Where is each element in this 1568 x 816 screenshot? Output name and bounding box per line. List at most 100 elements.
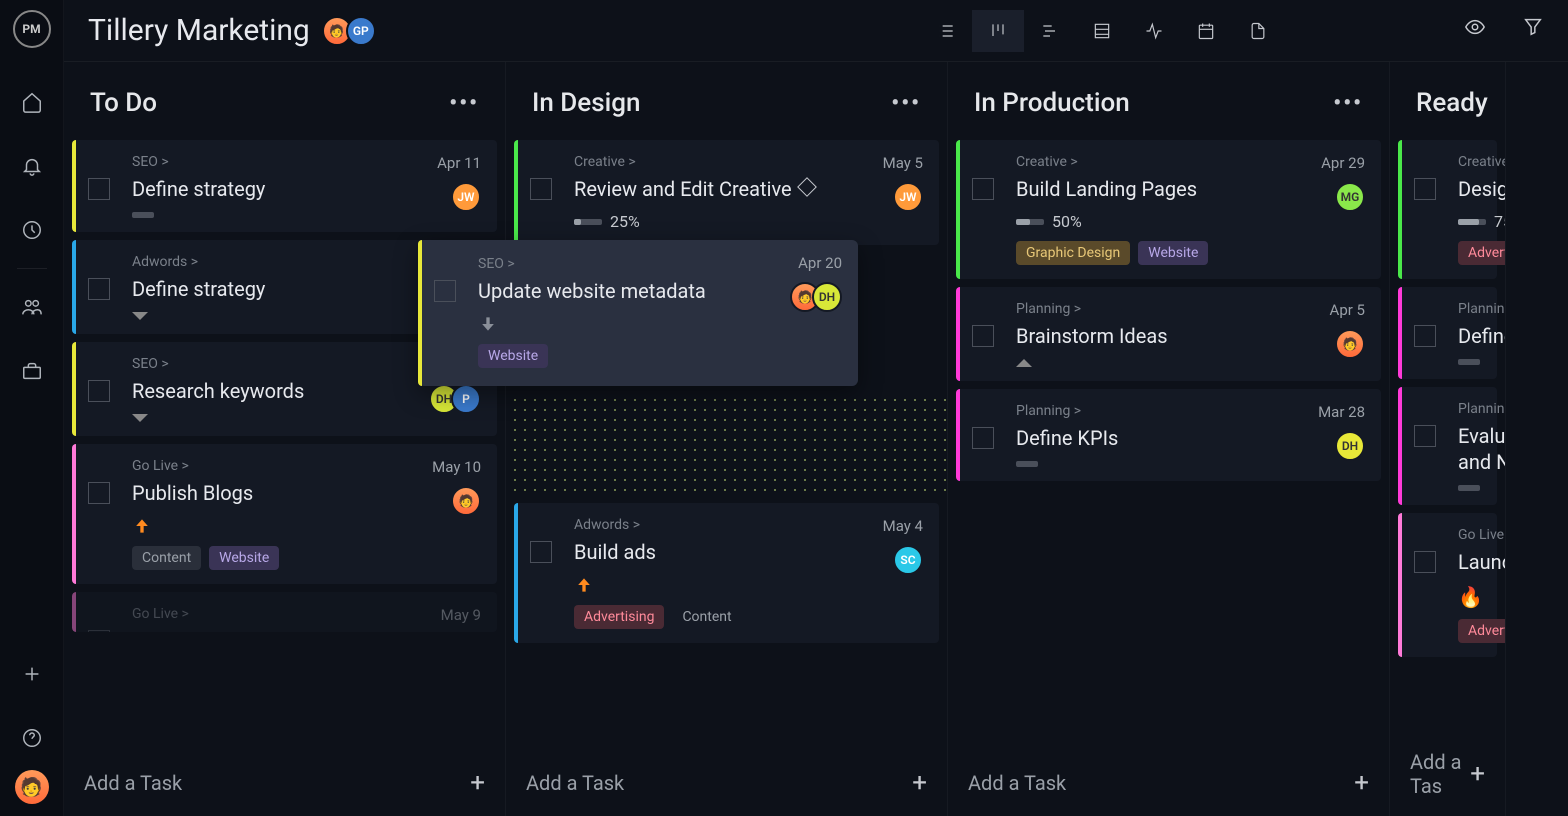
tag[interactable]: Advertising [574, 605, 664, 629]
task-checkbox[interactable] [1414, 425, 1436, 447]
assignee-avatar[interactable]: P [451, 384, 481, 414]
rail-bell[interactable] [12, 146, 52, 186]
task-card[interactable]: Creative > Build Landing Pages 50%Graphi… [956, 140, 1381, 279]
task-checkbox[interactable] [88, 482, 110, 504]
rail-briefcase[interactable] [12, 351, 52, 391]
assignee-avatar[interactable]: JW [893, 182, 923, 212]
app-logo[interactable]: PM [13, 10, 51, 48]
task-date: Mar 28 [1318, 403, 1365, 421]
rail-help[interactable] [12, 718, 52, 758]
task-card[interactable]: SEO > Define strategy Apr 11JW [72, 140, 497, 232]
task-breadcrumb: Go Live > [132, 458, 479, 474]
task-card[interactable]: Creative Desig 75%Adverti [1398, 140, 1497, 279]
tag[interactable]: Content [672, 605, 741, 629]
task-breadcrumb: Planning [1458, 401, 1505, 417]
view-list[interactable] [920, 10, 972, 52]
column-title: Ready [1416, 88, 1488, 118]
task-title: Define [1458, 323, 1505, 349]
rail-team[interactable] [12, 287, 52, 327]
rail-plus[interactable] [12, 654, 52, 694]
assignee-avatar[interactable]: 🧑 [1335, 329, 1365, 359]
task-date: May 9 [441, 606, 481, 624]
view-kanban[interactable] [972, 10, 1024, 52]
task-card[interactable]: Planning Define [1398, 287, 1497, 379]
column-header: In Design ••• [506, 62, 947, 140]
view-table[interactable] [1076, 10, 1128, 52]
task-card[interactable]: Planning > Define KPIs Mar 28DH [956, 389, 1381, 481]
project-title: Tillery Marketing [88, 13, 310, 48]
visibility-icon[interactable] [1464, 16, 1486, 42]
tag[interactable]: Adverti [1458, 241, 1505, 265]
task-checkbox[interactable] [88, 178, 110, 200]
task-card[interactable]: Go Live > Publish Blogs ContentWebsite M… [72, 444, 497, 584]
task-card[interactable]: Creative > Review and Edit Creative 25% … [514, 140, 939, 245]
dragging-card[interactable]: SEO > Update website metadata Website Ap… [418, 240, 858, 386]
tag[interactable]: Website [209, 546, 279, 570]
task-card[interactable]: Adwords > Build ads AdvertisingContent M… [514, 503, 939, 643]
task-breadcrumb: Planning > [1016, 301, 1363, 317]
column-menu[interactable]: ••• [1333, 91, 1363, 116]
task-checkbox[interactable] [972, 325, 994, 347]
task-checkbox[interactable] [88, 380, 110, 402]
assignee-avatar[interactable]: DH [812, 282, 842, 312]
add-task-button[interactable]: Add a Tas+ [1390, 732, 1505, 816]
assignee-avatar[interactable]: MG [1335, 182, 1365, 212]
task-card[interactable]: Planning Evaluaand N [1398, 387, 1497, 505]
task-breadcrumb: SEO > [132, 154, 479, 170]
task-checkbox[interactable] [88, 278, 110, 300]
column-menu[interactable]: ••• [891, 91, 921, 116]
add-task-button[interactable]: Add a Task+ [64, 750, 505, 816]
task-date: Apr 20 [798, 254, 842, 272]
assignee-avatar[interactable]: SC [893, 545, 923, 575]
column-header: In Production ••• [948, 62, 1389, 140]
rail-clock[interactable] [12, 210, 52, 250]
view-activity[interactable] [1128, 10, 1180, 52]
plus-icon: + [912, 768, 927, 798]
member-avatar[interactable]: GP [346, 16, 376, 46]
task-title: Build Landing Pages [1016, 176, 1363, 202]
column-body[interactable]: SEO > Define strategy Apr 11JW Adwords >… [64, 140, 505, 750]
plus-icon: + [1470, 759, 1485, 789]
task-checkbox[interactable] [88, 630, 110, 632]
task-checkbox[interactable] [1414, 325, 1436, 347]
task-checkbox[interactable] [972, 178, 994, 200]
task-checkbox[interactable] [530, 541, 552, 563]
plus-icon: + [1354, 768, 1369, 798]
tag[interactable]: Content [132, 546, 201, 570]
assignee-avatar[interactable]: 🧑 [451, 486, 481, 516]
assignee-avatar[interactable]: DH [1335, 431, 1365, 461]
column-menu[interactable]: ••• [449, 91, 479, 116]
view-gantt[interactable] [1024, 10, 1076, 52]
tag[interactable]: Graphic Design [1016, 241, 1130, 265]
task-checkbox[interactable] [1414, 551, 1436, 573]
view-files[interactable] [1232, 10, 1284, 52]
topbar: Tillery Marketing 🧑 GP [64, 0, 1568, 62]
tag[interactable]: Website [478, 344, 548, 368]
assignee-avatar[interactable]: JW [451, 182, 481, 212]
column-body[interactable]: Creative > Build Landing Pages 50%Graphi… [948, 140, 1389, 750]
rail-home[interactable] [12, 82, 52, 122]
tag[interactable]: Website [1138, 241, 1208, 265]
column-body[interactable]: Creative Desig 75%Adverti Planning Defin… [1390, 140, 1505, 732]
task-breadcrumb: Creative > [574, 154, 921, 170]
filter-icon[interactable] [1522, 16, 1544, 42]
task-checkbox[interactable] [530, 178, 552, 200]
task-card[interactable]: Go Live Launc 🔥Adverti [1398, 513, 1497, 657]
tag[interactable]: Adverti [1458, 619, 1505, 643]
column-header: To Do ••• [64, 62, 505, 140]
priority-up-icon [132, 516, 152, 536]
task-title: Brainstorm Ideas [1016, 323, 1363, 349]
drop-zone[interactable] [510, 395, 952, 495]
task-title: Contracts [132, 628, 479, 632]
task-card[interactable]: Go Live > Contracts May 9 [72, 592, 497, 632]
rail-user-avatar[interactable]: 🧑 [15, 770, 49, 804]
task-checkbox[interactable] [1414, 178, 1436, 200]
task-checkbox[interactable] [972, 427, 994, 449]
view-calendar[interactable] [1180, 10, 1232, 52]
task-card[interactable]: Planning > Brainstorm Ideas Apr 5🧑 [956, 287, 1381, 381]
column-title: In Design [532, 88, 640, 118]
project-members[interactable]: 🧑 GP [328, 16, 376, 46]
add-task-button[interactable]: Add a Task+ [948, 750, 1389, 816]
add-task-button[interactable]: Add a Task+ [506, 750, 947, 816]
task-checkbox[interactable] [434, 280, 456, 302]
